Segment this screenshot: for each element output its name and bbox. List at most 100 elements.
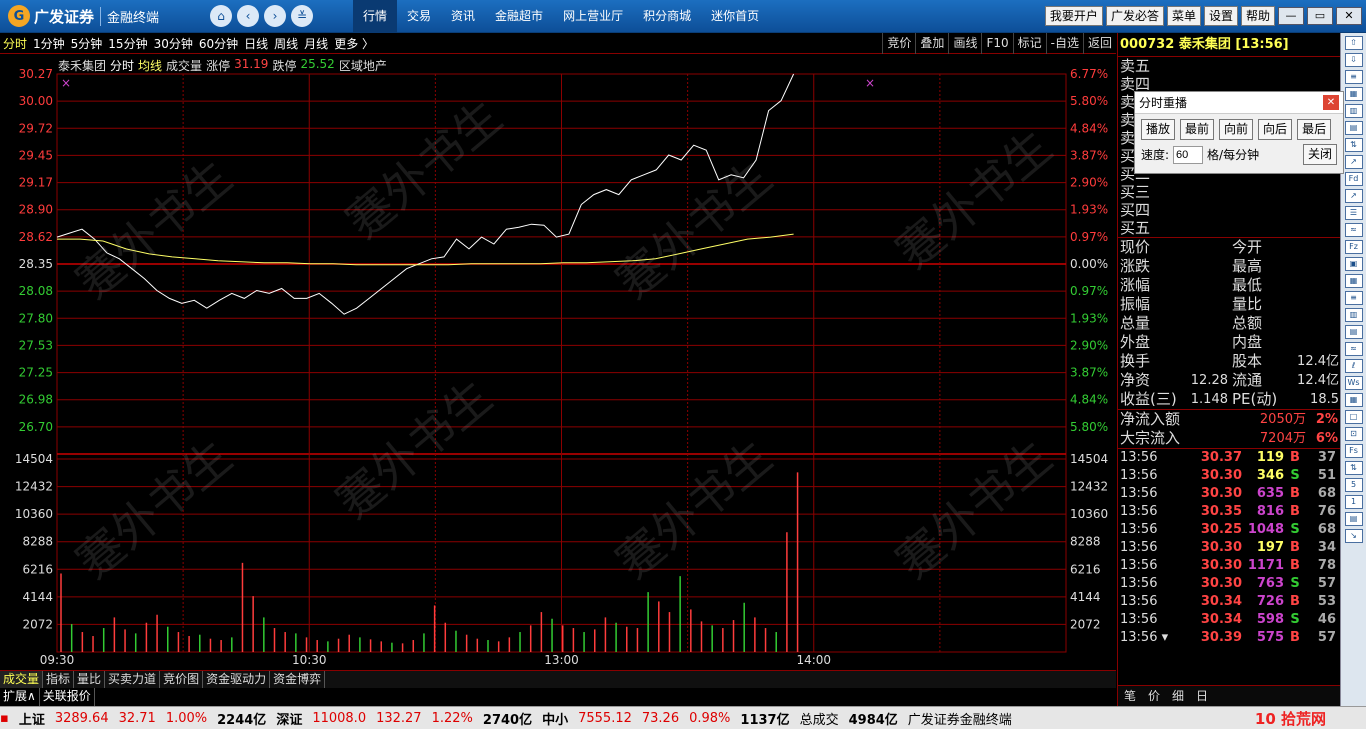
tool-strip-icon[interactable]: ☰ [1344, 206, 1363, 220]
tool-strip-icon[interactable]: ⊡ [1344, 427, 1363, 441]
replay-button[interactable]: 最前 [1180, 119, 1215, 140]
chart-marker-icon: × [865, 76, 875, 90]
speed-unit: 格/每分钟 [1207, 148, 1260, 162]
period-tab[interactable]: 5分钟 [68, 35, 106, 52]
quote-panel-tabs: 笔价细日 [1118, 685, 1341, 706]
replay-button[interactable]: 向前 [1219, 119, 1254, 140]
period-tab[interactable]: 30分钟 [151, 35, 196, 52]
indicator-tab[interactable]: 量比 [74, 671, 106, 688]
chart-tool-button[interactable]: 标记 [1012, 32, 1046, 54]
close-dialog-button[interactable]: 关闭 [1302, 144, 1337, 165]
tool-strip-icon[interactable]: ▥ [1344, 308, 1363, 322]
tool-strip-icon[interactable]: ▤ [1344, 121, 1363, 135]
period-tab[interactable]: 日线 [241, 35, 271, 52]
tool-strip-icon[interactable]: ⇅ [1344, 138, 1363, 152]
chart-tool-button[interactable]: 返回 [1082, 32, 1116, 54]
tool-strip-icon[interactable]: ≈ [1344, 223, 1363, 237]
extension-tab[interactable]: 扩展∧ [0, 688, 40, 706]
back-icon[interactable]: ‹ [237, 5, 259, 27]
chart-tool-button[interactable]: F10 [981, 32, 1012, 54]
period-tab[interactable]: 周线 [271, 35, 301, 52]
tool-strip-icon[interactable]: ⇩ [1344, 53, 1363, 67]
volume-axis-label-right: 10360 [1070, 507, 1108, 521]
nav-item[interactable]: 迷你首页 [701, 0, 769, 33]
action-button[interactable]: 我要开户 [1044, 6, 1103, 26]
tool-strip-icon[interactable]: ≈ [1344, 342, 1363, 356]
nav-item[interactable]: 行情 [353, 0, 398, 33]
period-tab[interactable]: 15分钟 [105, 35, 150, 52]
action-button[interactable]: 帮助 [1240, 6, 1275, 26]
tool-strip-icon[interactable]: ▣ [1344, 257, 1363, 271]
minimize-icon[interactable]: — [1278, 7, 1304, 25]
dialog-close-icon[interactable]: ✕ [1323, 95, 1339, 110]
maximize-icon[interactable]: ▭ [1307, 7, 1333, 25]
tool-strip-icon[interactable]: ▦ [1344, 393, 1363, 407]
indicator-tab[interactable]: 资金博弈 [270, 671, 326, 688]
tool-strip-icon[interactable]: ▥ [1344, 104, 1363, 118]
tool-strip-icon[interactable]: ▤ [1344, 325, 1363, 339]
panel-tab[interactable]: 细 [1166, 686, 1190, 706]
indicator-tab[interactable]: 竞价图 [160, 671, 204, 688]
tool-strip-icon[interactable]: ≡ [1344, 70, 1363, 84]
indicator-tab[interactable]: 指标 [43, 671, 75, 688]
speed-input[interactable] [1173, 145, 1204, 164]
nav-item[interactable]: 金融超市 [485, 0, 553, 33]
nav-item[interactable]: 积分商城 [633, 0, 701, 33]
tool-strip-icon[interactable]: ▤ [1344, 512, 1363, 526]
replay-button[interactable]: 最后 [1297, 119, 1332, 140]
action-button[interactable]: 设置 [1203, 6, 1238, 26]
close-window-icon[interactable]: ✕ [1336, 7, 1362, 25]
quote-cell: 收益(三) 1.148 [1118, 390, 1230, 409]
replay-button[interactable]: 播放 [1141, 119, 1176, 140]
nav-item[interactable]: 资讯 [441, 0, 485, 33]
intraday-chart[interactable]: 30.27 6.77% 30.00 5.80% 29.72 4.84% 29.45 3.87%… [0, 54, 1116, 670]
tool-strip-icon[interactable]: ↗ [1344, 155, 1363, 169]
action-button[interactable]: 广发必答 [1105, 6, 1164, 26]
panel-tab[interactable]: 笔 [1118, 686, 1142, 706]
nav-item[interactable]: 交易 [397, 0, 441, 33]
chart-tool-button[interactable]: 叠加 [915, 32, 948, 54]
tool-strip-icon[interactable]: Ws [1344, 376, 1363, 390]
action-button[interactable]: 菜单 [1166, 6, 1201, 26]
tool-strip-icon[interactable]: ℓ [1344, 359, 1363, 373]
tool-strip-icon[interactable]: 5 [1344, 478, 1363, 492]
chart-tool-button[interactable]: 竞价 [882, 32, 915, 54]
indicator-tab[interactable]: 买卖力道 [105, 671, 161, 688]
tool-strip-icon[interactable]: Fz [1344, 240, 1363, 254]
tool-strip-icon[interactable]: □ [1344, 410, 1363, 424]
indicator-tab[interactable]: 资金驱动力 [203, 671, 271, 688]
chart-tool-button[interactable]: 画线 [948, 32, 981, 54]
period-tab[interactable]: 月线 [301, 35, 331, 52]
home-icon[interactable]: ⌂ [210, 5, 232, 27]
quote-cell: PE(动) 18.5 [1230, 390, 1341, 409]
period-tab[interactable]: 分时 [0, 35, 30, 52]
chart-tool-button[interactable]: -自选 [1045, 32, 1083, 54]
volume-label: 成交量 [166, 59, 203, 73]
tool-strip-icon[interactable]: ↗ [1344, 189, 1363, 203]
tool-strip-icon[interactable]: Fs [1344, 444, 1363, 458]
tool-strip-icon[interactable]: ↘ [1344, 529, 1363, 543]
tool-strip-icon[interactable]: ▦ [1344, 87, 1363, 101]
tool-strip-icon[interactable]: Fd [1344, 172, 1363, 186]
indicator-tab[interactable]: 成交量 [0, 671, 44, 688]
tool-strip-icon[interactable]: 1 [1344, 495, 1363, 509]
tool-strip-icon[interactable]: ▦ [1344, 274, 1363, 288]
period-tab[interactable]: 更多 〉 [331, 35, 377, 52]
tool-strip-icon[interactable]: ⇅ [1344, 461, 1363, 475]
replay-button[interactable]: 向后 [1258, 119, 1293, 140]
forward-icon[interactable]: › [264, 5, 286, 27]
tick-count: 68 [1317, 486, 1336, 501]
tick-count: 57 [1317, 630, 1336, 645]
period-tab[interactable]: 60分钟 [196, 35, 241, 52]
tick-list[interactable]: 13:56 30.37 119 B 37 13:56 30.30 346 S 51 13:56 30.… [1118, 449, 1340, 647]
extension-tab[interactable]: 关联报价 [40, 688, 95, 706]
panel-tab[interactable]: 日 [1190, 686, 1214, 706]
nav-item[interactable]: 网上营业厅 [553, 0, 633, 33]
period-tab[interactable]: 1分钟 [30, 35, 68, 52]
quote-label: 量比 [1232, 295, 1263, 313]
tool-strip-icon[interactable]: ⇧ [1344, 36, 1363, 50]
collapse-icon[interactable]: ≚ [291, 5, 313, 27]
panel-tab[interactable]: 价 [1142, 686, 1166, 706]
main-menu: 行情 交易 资讯 金融超市 网上营业厅 积分商城 迷你首页 [353, 0, 769, 33]
tool-strip-icon[interactable]: ≡ [1344, 291, 1363, 305]
